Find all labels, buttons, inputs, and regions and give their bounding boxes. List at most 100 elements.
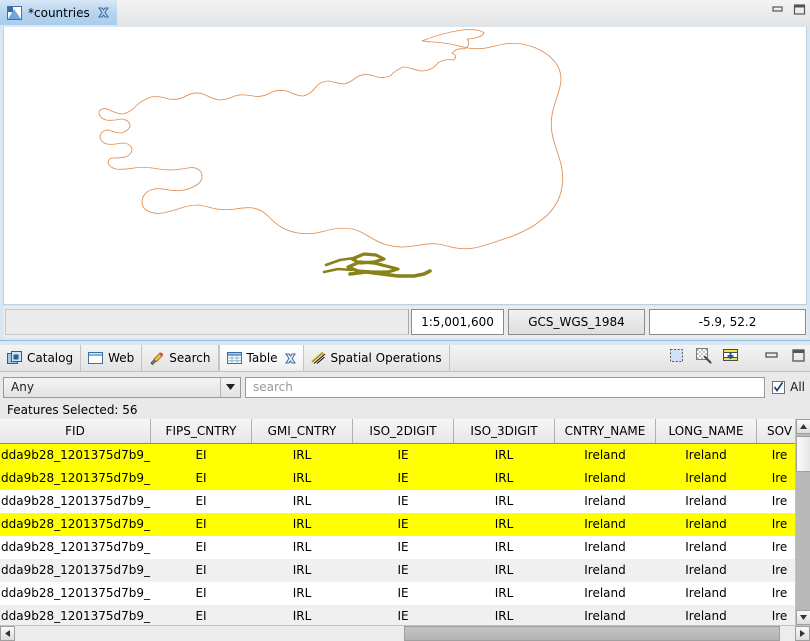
cell-fid[interactable]: dda9b28_1201375d7b9_: [0, 489, 151, 513]
cell-cntry_name[interactable]: Ireland: [554, 558, 656, 582]
table-row[interactable]: dda9b28_1201375d7b9_ EI IRL IE IRL Ireland Ire…: [0, 443, 803, 467]
table-row[interactable]: dda9b28_1201375d7b9_ EI IRL IE IRL Ireland Ire…: [0, 512, 803, 536]
cell-gmi_cntry[interactable]: IRL: [251, 535, 353, 559]
column-header-gmi_cntry[interactable]: GMI_CNTRY: [251, 419, 353, 444]
maximize-view-icon[interactable]: [790, 347, 807, 364]
table-row[interactable]: dda9b28_1201375d7b9_ EI IRL IE IRL Ireland Ire…: [0, 558, 803, 582]
column-header-iso_2digit[interactable]: ISO_2DIGIT: [352, 419, 454, 444]
scroll-down-arrow-icon[interactable]: [796, 610, 810, 625]
cell-cntry_name[interactable]: Ireland: [554, 443, 656, 467]
table-vertical-scrollbar[interactable]: [795, 419, 810, 625]
cell-gmi_cntry[interactable]: IRL: [251, 489, 353, 513]
close-icon[interactable]: [284, 352, 296, 364]
view-tab-table[interactable]: Table: [218, 345, 304, 371]
cell-iso_3digit[interactable]: IRL: [453, 558, 555, 582]
cell-cntry_name[interactable]: Ireland: [554, 535, 656, 559]
cell-fips_cntry[interactable]: EI: [150, 443, 252, 467]
horizontal-scroll-thumb[interactable]: [404, 626, 780, 641]
scroll-left-arrow-icon[interactable]: [0, 626, 15, 641]
cell-long_name[interactable]: Ireland: [655, 581, 757, 605]
cell-iso_2digit[interactable]: IE: [352, 489, 454, 513]
table-horizontal-scrollbar[interactable]: [0, 625, 810, 641]
search-field[interactable]: [245, 376, 766, 398]
close-icon[interactable]: [97, 7, 109, 18]
cell-iso_3digit[interactable]: IRL: [453, 535, 555, 559]
attribute-table-grid: FID FIPS_CNTRY GMI_CNTRY ISO_2DIGIT ISO_3DIG…: [0, 419, 803, 628]
cell-cntry_name[interactable]: Ireland: [554, 466, 656, 490]
cell-iso_3digit[interactable]: IRL: [453, 512, 555, 536]
cell-iso_2digit[interactable]: IE: [352, 466, 454, 490]
cell-gmi_cntry[interactable]: IRL: [251, 466, 353, 490]
vertical-scroll-thumb[interactable]: [796, 436, 810, 472]
cell-fid[interactable]: dda9b28_1201375d7b9_: [0, 443, 151, 467]
column-header-cntry_name[interactable]: CNTRY_NAME: [554, 419, 656, 444]
cell-gmi_cntry[interactable]: IRL: [251, 558, 353, 582]
map-canvas[interactable]: [3, 27, 807, 305]
column-header-iso_3digit[interactable]: ISO_3DIGIT: [453, 419, 555, 444]
view-tab-spatial-operations[interactable]: Spatial Operations: [304, 345, 450, 371]
field-selector-combo[interactable]: Any: [3, 376, 241, 398]
cell-fid[interactable]: dda9b28_1201375d7b9_: [0, 535, 151, 559]
cell-iso_2digit[interactable]: IE: [352, 443, 454, 467]
all-checkbox-group[interactable]: All: [772, 380, 807, 394]
table-row[interactable]: dda9b28_1201375d7b9_ EI IRL IE IRL Ireland Ire…: [0, 581, 803, 605]
search-input[interactable]: [251, 379, 765, 395]
cell-cntry_name[interactable]: Ireland: [554, 489, 656, 513]
cell-iso_3digit[interactable]: IRL: [453, 581, 555, 605]
cell-long_name[interactable]: Ireland: [655, 558, 757, 582]
column-header-long_name[interactable]: LONG_NAME: [655, 419, 757, 444]
cell-iso_3digit[interactable]: IRL: [453, 443, 555, 467]
cell-fips_cntry[interactable]: EI: [150, 466, 252, 490]
cell-cntry_name[interactable]: Ireland: [554, 512, 656, 536]
scroll-right-arrow-icon[interactable]: [795, 626, 810, 641]
cell-iso_2digit[interactable]: IE: [352, 558, 454, 582]
cell-fips_cntry[interactable]: EI: [150, 489, 252, 513]
cell-fips_cntry[interactable]: EI: [150, 581, 252, 605]
cell-iso_2digit[interactable]: IE: [352, 581, 454, 605]
column-header-fid[interactable]: FID: [0, 419, 151, 444]
table-filter-row: Any All: [0, 375, 810, 399]
chevron-down-icon[interactable]: [220, 377, 240, 397]
view-tab-catalog[interactable]: Catalog: [0, 345, 82, 371]
cell-iso_3digit[interactable]: IRL: [453, 466, 555, 490]
column-header-fips_cntry[interactable]: FIPS_CNTRY: [150, 419, 252, 444]
cell-fid[interactable]: dda9b28_1201375d7b9_: [0, 466, 151, 490]
cell-cntry_name[interactable]: Ireland: [554, 581, 656, 605]
cell-gmi_cntry[interactable]: IRL: [251, 443, 353, 467]
scroll-up-arrow-icon[interactable]: [796, 419, 810, 434]
field-selector-value: Any: [11, 380, 34, 394]
cell-long_name[interactable]: Ireland: [655, 489, 757, 513]
all-checkbox[interactable]: [772, 380, 786, 394]
cell-long_name[interactable]: Ireland: [655, 466, 757, 490]
minimize-icon[interactable]: [771, 4, 784, 15]
table-row[interactable]: dda9b28_1201375d7b9_ EI IRL IE IRL Ireland Ire…: [0, 489, 803, 513]
cell-fips_cntry[interactable]: EI: [150, 512, 252, 536]
cell-gmi_cntry[interactable]: IRL: [251, 512, 353, 536]
map-crs-button[interactable]: GCS_WGS_1984: [508, 309, 645, 335]
select-features-icon[interactable]: [668, 347, 685, 364]
editor-tab-countries[interactable]: *countries: [0, 0, 117, 25]
horizontal-scroll-track[interactable]: [15, 626, 795, 641]
minimize-view-icon[interactable]: [763, 347, 780, 364]
vertical-scroll-track[interactable]: [796, 434, 810, 610]
cell-fips_cntry[interactable]: EI: [150, 535, 252, 559]
cell-fips_cntry[interactable]: EI: [150, 558, 252, 582]
add-row-icon[interactable]: [722, 347, 739, 364]
cell-long_name[interactable]: Ireland: [655, 535, 757, 559]
cell-fid[interactable]: dda9b28_1201375d7b9_: [0, 581, 151, 605]
cell-long_name[interactable]: Ireland: [655, 443, 757, 467]
maximize-icon[interactable]: [793, 4, 806, 15]
view-tab-web[interactable]: Web: [81, 345, 143, 371]
view-tab-search[interactable]: Search: [142, 345, 219, 371]
cell-iso_2digit[interactable]: IE: [352, 512, 454, 536]
zoom-to-selection-icon[interactable]: [695, 347, 712, 364]
table-row[interactable]: dda9b28_1201375d7b9_ EI IRL IE IRL Ireland Ire…: [0, 466, 803, 490]
table-row[interactable]: dda9b28_1201375d7b9_ EI IRL IE IRL Ireland Ire…: [0, 535, 803, 559]
map-scale-field[interactable]: 1:5,001,600: [411, 309, 504, 335]
cell-fid[interactable]: dda9b28_1201375d7b9_: [0, 512, 151, 536]
cell-gmi_cntry[interactable]: IRL: [251, 581, 353, 605]
cell-iso_2digit[interactable]: IE: [352, 535, 454, 559]
cell-long_name[interactable]: Ireland: [655, 512, 757, 536]
cell-fid[interactable]: dda9b28_1201375d7b9_: [0, 558, 151, 582]
cell-iso_3digit[interactable]: IRL: [453, 489, 555, 513]
